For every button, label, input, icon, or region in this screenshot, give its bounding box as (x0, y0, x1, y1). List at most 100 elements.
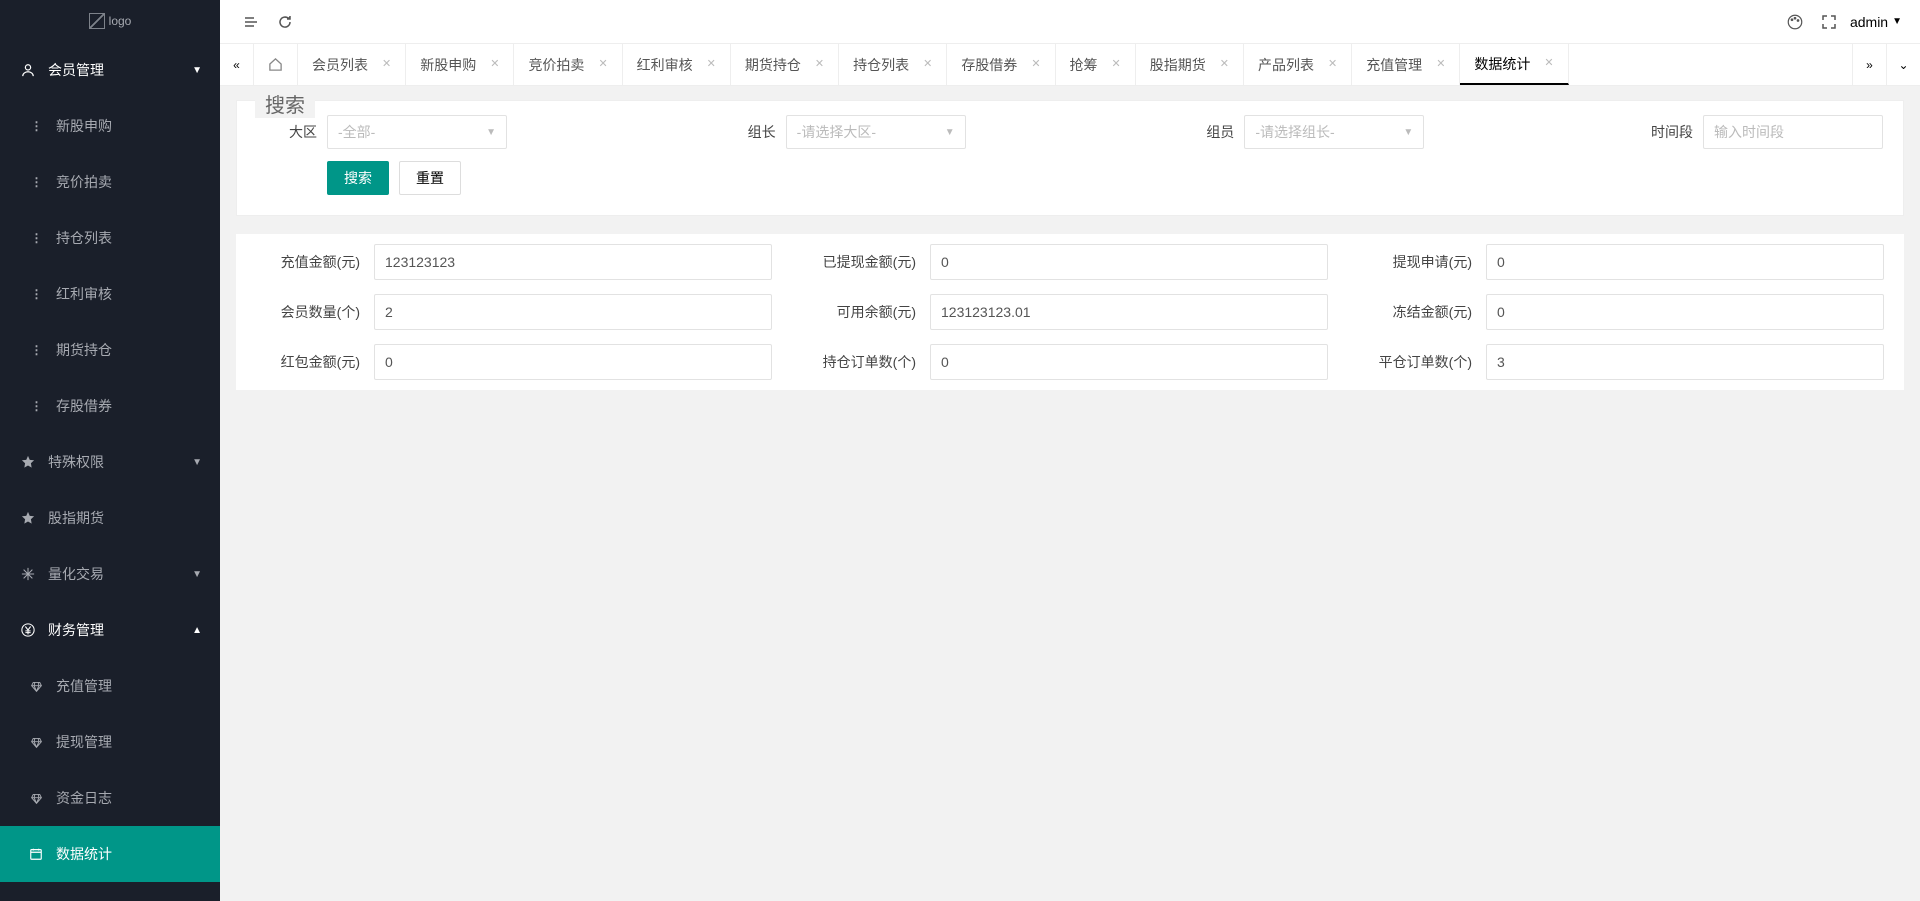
sidebar-item-label: 会员管理 (48, 60, 104, 80)
stat-item-5: 冻结金额(元)0 (1368, 294, 1884, 330)
tab-9[interactable]: 产品列表✕ (1244, 44, 1352, 85)
dots-icon: ⋮ (26, 175, 46, 189)
tab-10[interactable]: 充值管理✕ (1352, 44, 1460, 85)
tab-0[interactable]: 会员列表✕ (298, 44, 406, 85)
chevron-down-icon: ⌄ (1898, 58, 1908, 72)
sidebar-item-2[interactable]: ⋮ 竞价拍卖 (0, 154, 220, 210)
calendar-icon (26, 847, 46, 861)
tab-list: 会员列表✕新股申购✕竞价拍卖✕红利审核✕期货持仓✕持仓列表✕存股借券✕抢筹✕股指… (298, 44, 1852, 85)
close-icon[interactable]: ✕ (1436, 59, 1445, 70)
toggle-sidebar-button[interactable] (234, 5, 268, 39)
tab-label: 股指期货 (1150, 55, 1206, 75)
tab-home[interactable] (254, 44, 298, 85)
stat-label: 充值金额(元) (256, 252, 374, 272)
stat-value: 0 (930, 244, 1328, 280)
close-icon[interactable]: ✕ (815, 59, 824, 70)
refresh-icon (277, 14, 293, 30)
reset-button[interactable]: 重置 (399, 161, 461, 195)
close-icon[interactable]: ✕ (1328, 59, 1337, 70)
stat-value: 0 (1486, 244, 1884, 280)
theme-button[interactable] (1778, 5, 1812, 39)
close-icon[interactable]: ✕ (490, 59, 499, 70)
tab-1[interactable]: 新股申购✕ (406, 44, 514, 85)
stat-item-3: 会员数量(个)2 (256, 294, 772, 330)
tab-5[interactable]: 持仓列表 ✕ (839, 44, 947, 85)
stats-panel: 充值金额(元)123123123已提现金额(元)0提现申请(元)0会员数量(个)… (236, 234, 1904, 390)
sidebar-item-8[interactable]: 股指期货 (0, 490, 220, 546)
member-label: 组员 (1174, 122, 1244, 142)
content: 搜索 大区 -全部- ▼ 组长 -请选择大区- ▼ (220, 86, 1920, 901)
tab-7[interactable]: 抢筹✕ (1056, 44, 1136, 85)
chevron-double-left-icon: « (233, 58, 240, 72)
close-icon[interactable]: ✕ (923, 59, 932, 70)
sidebar-item-4[interactable]: ⋮红利审核 (0, 266, 220, 322)
sidebar-item-3[interactable]: ⋮持仓列表 (0, 210, 220, 266)
close-icon[interactable]: ✕ (598, 59, 607, 70)
tab-2[interactable]: 竞价拍卖✕ (514, 44, 622, 85)
tab-4[interactable]: 期货持仓 ✕ (731, 44, 839, 85)
star-icon (18, 455, 38, 469)
sidebar-item-15[interactable]: 系统设置▼ (0, 882, 220, 901)
dots-icon: ⋮ (26, 119, 46, 133)
close-icon[interactable]: ✕ (1544, 58, 1553, 69)
diamond-icon (26, 792, 46, 805)
sidebar-item-11[interactable]: 充值管理 (0, 658, 220, 714)
tab-3[interactable]: 红利审核 ✕ (623, 44, 731, 85)
sidebar: logo 会员管理▼⋮新股申购⋮竞价拍卖⋮持仓列表⋮红利审核⋮期货持仓⋮存股借券… (0, 0, 220, 901)
region-value: -全部- (338, 122, 375, 142)
fullscreen-icon (1821, 14, 1837, 30)
close-icon[interactable]: ✕ (707, 59, 716, 70)
tab-11[interactable]: 数据统计✕ (1460, 44, 1568, 85)
tabs-scroll-right[interactable]: » (1852, 44, 1886, 85)
sidebar-item-12[interactable]: 提现管理 (0, 714, 220, 770)
close-icon[interactable]: ✕ (1112, 59, 1121, 70)
sidebar-item-13[interactable]: 资金日志 (0, 770, 220, 826)
stat-label: 会员数量(个) (256, 302, 374, 322)
stat-item-0: 充值金额(元)123123123 (256, 244, 772, 280)
sidebar-item-label: 数据统计 (56, 844, 112, 864)
time-range-input[interactable] (1703, 115, 1883, 149)
header: admin ▼ (220, 0, 1920, 44)
dots-icon: ⋮ (26, 343, 46, 357)
tabs-scroll-left[interactable]: « (220, 44, 254, 85)
tab-label: 红利审核 (637, 55, 693, 75)
user-menu[interactable]: admin ▼ (1846, 14, 1906, 30)
member-select[interactable]: -请选择组长- ▼ (1244, 115, 1424, 149)
search-button[interactable]: 搜索 (327, 161, 389, 195)
sidebar-item-label: 提现管理 (56, 732, 112, 752)
member-placeholder: -请选择组长- (1255, 122, 1334, 142)
tab-8[interactable]: 股指期货 ✕ (1136, 44, 1244, 85)
sidebar-item-0[interactable]: 会员管理▼ (0, 42, 220, 98)
sidebar-item-6[interactable]: ⋮存股借券 (0, 378, 220, 434)
sidebar-item-7[interactable]: 特殊权限▼ (0, 434, 220, 490)
sidebar-menu: 会员管理▼⋮新股申购⋮竞价拍卖⋮持仓列表⋮红利审核⋮期货持仓⋮存股借券特殊权限▼… (0, 42, 220, 901)
tab-6[interactable]: 存股借券✕ (947, 44, 1055, 85)
chevron-double-right-icon: » (1866, 58, 1873, 72)
user-icon (18, 63, 38, 77)
close-icon[interactable]: ✕ (382, 59, 391, 70)
sidebar-item-1[interactable]: ⋮新股申购 (0, 98, 220, 154)
sidebar-item-label: 红利审核 (56, 284, 112, 304)
fullscreen-button[interactable] (1812, 5, 1846, 39)
sidebar-item-10[interactable]: 财务管理▲ (0, 602, 220, 658)
close-icon[interactable]: ✕ (1220, 59, 1229, 70)
stat-value: 2 (374, 294, 772, 330)
tab-label: 持仓列表 (853, 55, 909, 75)
stat-label: 提现申请(元) (1368, 252, 1486, 272)
stat-label: 平仓订单数(个) (1368, 352, 1486, 372)
sidebar-item-5[interactable]: ⋮ 期货持仓 (0, 322, 220, 378)
leader-select[interactable]: -请选择大区- ▼ (786, 115, 966, 149)
sidebar-item-14[interactable]: 数据统计 (0, 826, 220, 882)
stat-label: 持仓订单数(个) (812, 352, 930, 372)
close-icon[interactable]: ✕ (1031, 59, 1040, 70)
chevron-up-icon: ▲ (192, 625, 202, 636)
logo-alt-text: logo (109, 14, 132, 28)
sidebar-item-9[interactable]: 量化交易▼ (0, 546, 220, 602)
sidebar-item-label: 竞价拍卖 (56, 172, 112, 192)
refresh-button[interactable] (268, 5, 302, 39)
tabs-dropdown[interactable]: ⌄ (1886, 44, 1920, 85)
sidebar-item-label: 期货持仓 (56, 340, 112, 360)
region-select[interactable]: -全部- ▼ (327, 115, 507, 149)
tab-label: 期货持仓 (745, 55, 801, 75)
user-name: admin (1850, 14, 1888, 30)
